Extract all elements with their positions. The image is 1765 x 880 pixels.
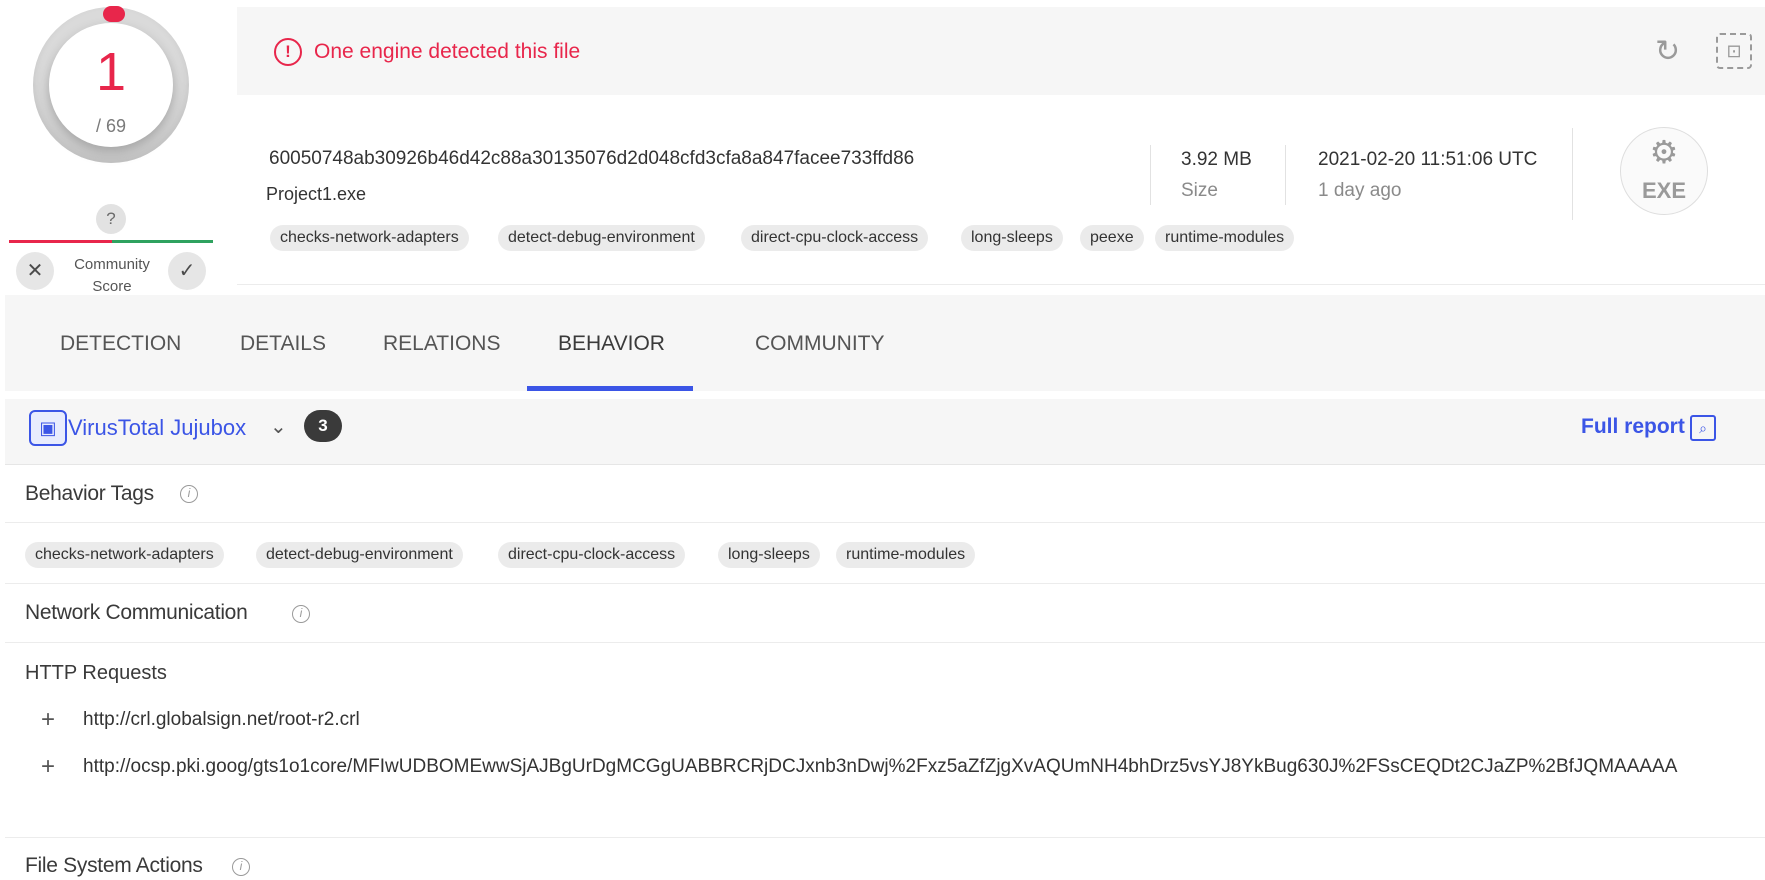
sandbox-select[interactable]: VirusTotal Jujubox xyxy=(68,414,246,442)
detection-score-ring: 1 / 69 xyxy=(33,7,189,163)
file-type-icon: ⚙ EXE xyxy=(1620,127,1708,215)
file-size-value: 3.92 MB xyxy=(1181,149,1252,170)
vote-harmless-button[interactable]: ✓ xyxy=(168,252,206,290)
active-tab-indicator xyxy=(527,386,693,391)
file-tag[interactable]: detect-debug-environment xyxy=(498,225,705,251)
community-score-value: ? xyxy=(96,204,126,234)
alert-icon: ! xyxy=(274,38,302,66)
info-icon[interactable]: i xyxy=(180,485,198,503)
section-divider xyxy=(5,522,1765,523)
community-score-label: Community Score xyxy=(74,256,150,295)
file-tag[interactable]: peexe xyxy=(1080,225,1144,251)
info-icon[interactable]: i xyxy=(232,858,250,876)
file-type-label: EXE xyxy=(1641,178,1687,203)
report-search-icon[interactable]: ⌕ xyxy=(1690,415,1716,441)
score-indicator-dot xyxy=(103,6,125,22)
community-score-bar-positive xyxy=(112,240,213,243)
file-tag[interactable]: runtime-modules xyxy=(1155,225,1295,251)
tab-relations[interactable]: RELATIONS xyxy=(383,331,500,357)
file-tag[interactable]: long-sleeps xyxy=(961,225,1063,251)
tab-detection[interactable]: DETECTION xyxy=(60,331,181,357)
section-divider xyxy=(5,583,1765,584)
section-divider xyxy=(5,642,1765,643)
engine-total: / 69 xyxy=(95,116,127,136)
behavior-tag[interactable]: detect-debug-environment xyxy=(256,542,463,568)
behavior-tag[interactable]: runtime-modules xyxy=(836,542,976,568)
file-info-card xyxy=(237,95,1765,285)
divider xyxy=(1285,145,1286,205)
detection-alert-text: One engine detected this file xyxy=(314,40,581,63)
network-communication-title: Network Communication xyxy=(25,601,248,624)
sandbox-selector-bar xyxy=(5,399,1765,465)
file-size-label: Size xyxy=(1181,180,1218,201)
behavior-tag[interactable]: checks-network-adapters xyxy=(25,542,224,568)
http-request-url: http://ocsp.pki.goog/gts1o1core/MFIwUDBO… xyxy=(83,756,1678,777)
expand-plus-icon[interactable]: + xyxy=(41,754,55,780)
divider xyxy=(1150,145,1151,205)
http-requests-title: HTTP Requests xyxy=(25,662,167,684)
detection-count: 1 xyxy=(95,42,127,102)
section-divider xyxy=(5,837,1765,838)
behavior-tag[interactable]: direct-cpu-clock-access xyxy=(498,542,686,568)
sandbox-cube-icon: ▣ xyxy=(29,410,67,446)
tab-community[interactable]: COMMUNITY xyxy=(755,331,885,357)
behavior-tag[interactable]: long-sleeps xyxy=(718,542,820,568)
http-request-url: http://crl.globalsign.net/root-r2.crl xyxy=(83,709,360,730)
analysis-date-relative: 1 day ago xyxy=(1318,180,1402,201)
community-score-bar-negative xyxy=(9,240,112,243)
file-tag[interactable]: checks-network-adapters xyxy=(270,225,469,251)
file-tag[interactable]: direct-cpu-clock-access xyxy=(741,225,929,251)
expand-plus-icon[interactable]: + xyxy=(41,707,55,733)
divider xyxy=(1572,128,1573,220)
info-icon[interactable]: i xyxy=(292,605,310,623)
file-hash[interactable]: 60050748ab30926b46d42c88a30135076d2d048c… xyxy=(269,148,914,170)
tab-details[interactable]: DETAILS xyxy=(240,331,326,357)
chevron-down-icon[interactable]: ⌄ xyxy=(270,413,287,441)
behavior-tags-title: Behavior Tags xyxy=(25,482,154,505)
full-report-link[interactable]: Full report xyxy=(1581,413,1685,441)
tab-behavior[interactable]: BEHAVIOR xyxy=(558,331,665,357)
similar-files-icon[interactable]: ⊡ xyxy=(1716,33,1752,69)
sandbox-count-badge: 3 xyxy=(304,410,342,442)
gears-icon: ⚙ xyxy=(1649,134,1679,170)
file-name: Project1.exe xyxy=(266,184,367,204)
vote-malicious-button[interactable]: ✕ xyxy=(16,252,54,290)
reanalyze-icon[interactable]: ↻ xyxy=(1655,37,1680,67)
analysis-date: 2021-02-20 11:51:06 UTC xyxy=(1318,149,1538,170)
detection-score-inner: 1 / 69 xyxy=(49,23,173,147)
